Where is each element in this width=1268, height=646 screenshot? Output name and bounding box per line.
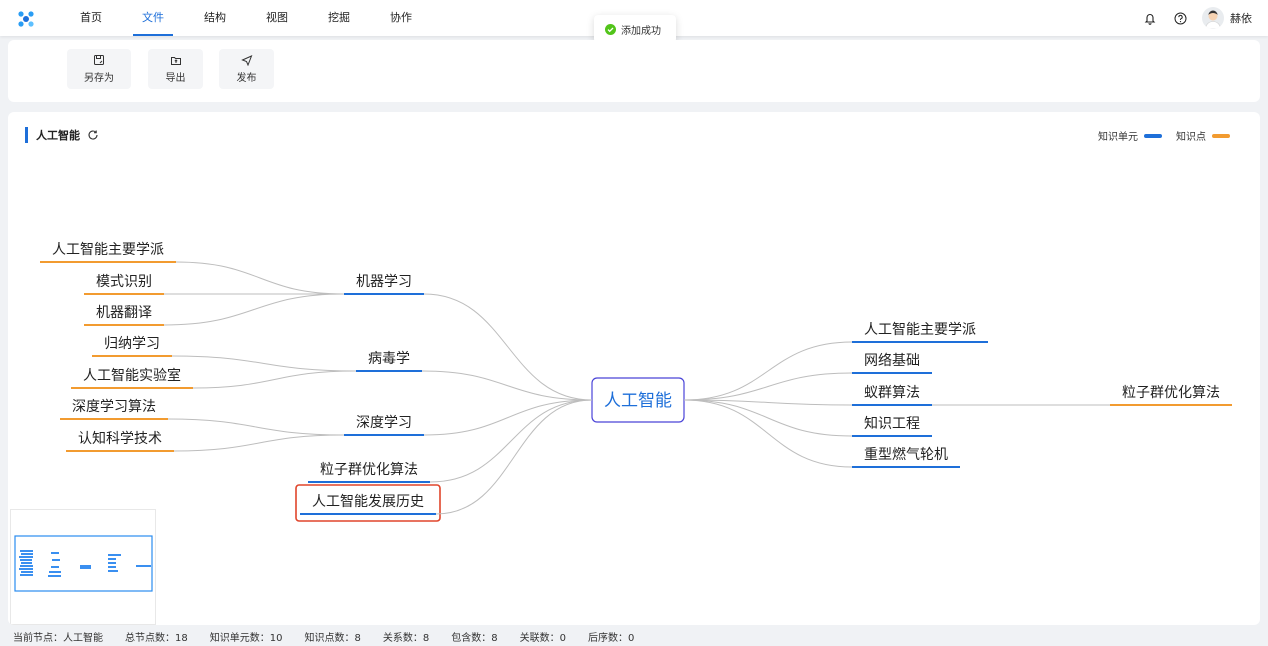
help-icon[interactable] <box>1172 10 1188 26</box>
right-node-4-link <box>683 399 853 468</box>
export-label: 导出 <box>165 73 186 84</box>
publish-label: 发布 <box>236 73 257 84</box>
root-node-label[interactable]: 人工智能 <box>604 391 672 411</box>
left-node-1-child-1-link <box>192 370 357 389</box>
left-node-2-child-1-link <box>173 434 345 452</box>
export-icon <box>170 57 181 65</box>
minimap-preview <box>14 535 153 592</box>
user-name[interactable]: 赫依 <box>1230 10 1252 26</box>
right-node-1-label[interactable]: 网络基础 <box>864 352 920 369</box>
status-sequence-count: 后序数：0 <box>587 633 635 644</box>
right-node-0-label[interactable]: 人工智能主要学派 <box>864 322 976 338</box>
left-node-0-label[interactable]: 机器学习 <box>356 274 412 290</box>
left-node-0-child-1-label[interactable]: 模式识别 <box>96 274 152 290</box>
header-tools: 赫依 <box>1142 0 1252 36</box>
left-node-1-child-0-label[interactable]: 归纳学习 <box>104 335 160 352</box>
left-node-3-label[interactable]: 粒子群优化算法 <box>320 462 418 478</box>
right-node-0-link <box>683 341 853 401</box>
left-node-1-child-0-link <box>171 355 357 372</box>
mindmap-graph[interactable]: 人工智能机器学习人工智能主要学派模式识别机器翻译病毒学归纳学习人工智能实验室深度… <box>8 112 1260 625</box>
left-node-2-child-1-label[interactable]: 认知科学技术 <box>78 430 162 447</box>
export-button[interactable]: 导出 <box>148 49 203 89</box>
left-node-0-child-0-link <box>175 261 345 295</box>
user-avatar[interactable] <box>1202 7 1224 29</box>
status-point-count: 知识点数：8 <box>304 633 361 644</box>
left-node-1-child-1-label[interactable]: 人工智能实验室 <box>83 367 181 384</box>
right-node-2-child-0-label[interactable]: 粒子群优化算法 <box>1122 385 1220 401</box>
left-node-0-child-2-link <box>163 293 345 326</box>
nav-structure[interactable]: 结构 <box>184 0 246 36</box>
left-node-3-link <box>429 399 593 483</box>
app-logo-icon[interactable] <box>17 10 35 28</box>
right-node-1-link <box>683 372 853 401</box>
left-node-4-label[interactable]: 人工智能发展历史 <box>312 494 424 510</box>
left-node-0-child-0-label[interactable]: 人工智能主要学派 <box>52 242 164 258</box>
save-as-label: 另存为 <box>84 73 114 84</box>
left-node-1-label[interactable]: 病毒学 <box>368 351 410 367</box>
publish-button[interactable]: 发布 <box>219 49 274 89</box>
nav-collaborate[interactable]: 协作 <box>370 0 432 36</box>
main-nav: 首页 文件 结构 视图 挖掘 协作 <box>60 0 432 36</box>
save-as-icon <box>94 55 104 65</box>
status-current-node: 当前节点：人工智能 <box>13 633 103 644</box>
status-link-count: 关联数：0 <box>519 633 566 644</box>
left-node-0-link <box>423 293 593 401</box>
check-circle-icon <box>605 23 616 35</box>
nav-home[interactable]: 首页 <box>60 0 122 36</box>
right-node-2-label[interactable]: 蚁群算法 <box>864 385 920 401</box>
status-relation-count: 关系数：8 <box>382 633 430 644</box>
left-node-2-link <box>423 399 593 436</box>
right-node-3-label[interactable]: 知识工程 <box>864 415 920 432</box>
left-node-0-child-2-label[interactable]: 机器翻译 <box>96 305 152 321</box>
success-toast: 添加成功 <box>594 15 676 43</box>
left-node-2-child-0-link <box>167 418 345 436</box>
bell-icon[interactable] <box>1142 10 1158 26</box>
right-node-4-label[interactable]: 重型燃气轮机 <box>864 446 948 463</box>
status-total-nodes: 总节点数：18 <box>125 633 188 644</box>
nav-mining[interactable]: 挖掘 <box>308 0 370 36</box>
status-unit-count: 知识单元数：10 <box>209 633 283 644</box>
right-node-3-link <box>683 399 853 437</box>
send-icon <box>240 55 252 66</box>
nav-view[interactable]: 视图 <box>246 0 308 36</box>
left-node-4-link <box>435 399 593 515</box>
status-contain-count: 包含数：8 <box>451 633 498 644</box>
nav-file[interactable]: 文件 <box>122 0 184 36</box>
left-node-2-child-0-label[interactable]: 深度学习算法 <box>72 399 156 415</box>
mindmap-canvas[interactable]: 人工智能 知识单元 知识点 人工智能 机器学习 人工智能主要学派 模式识别 机器翻译 病毒… <box>8 112 1260 625</box>
toast-text: 添加成功 <box>621 25 661 37</box>
save-as-button[interactable]: 另存为 <box>67 49 131 89</box>
minimap[interactable] <box>10 509 156 625</box>
status-bar: 当前节点：人工智能 总节点数：18 知识单元数：10 知识点数：8 关系数：8 … <box>0 627 1268 646</box>
left-node-2-label[interactable]: 深度学习 <box>356 415 412 431</box>
file-toolbar: 另存为 导出 发布 <box>8 40 1260 102</box>
